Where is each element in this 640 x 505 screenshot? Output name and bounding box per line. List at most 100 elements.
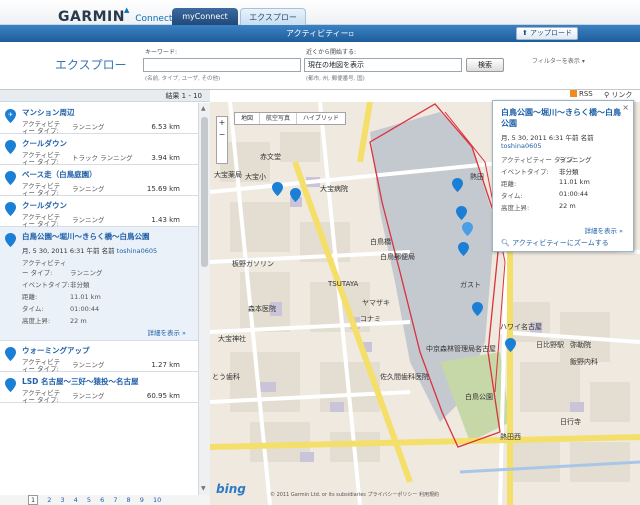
activity-pin-icon[interactable]	[456, 206, 467, 220]
running-pin-icon	[5, 202, 16, 216]
event-value: 非分類	[70, 281, 90, 289]
item-title[interactable]: LSD 名古屋～三好～猿投～名古屋	[22, 376, 192, 387]
tab-myconnect[interactable]: myConnect	[172, 8, 238, 25]
activity-pin-icon[interactable]	[272, 182, 283, 196]
map-type-road[interactable]: 地図	[235, 113, 261, 124]
item-title[interactable]: マンション周辺	[22, 107, 192, 118]
page-link[interactable]: 6	[100, 496, 104, 504]
time-key: タイム:	[22, 305, 44, 313]
item-user-link[interactable]: toshina0605	[117, 247, 157, 255]
map-label: TSUTAYA	[328, 280, 359, 288]
near-label: 近くから開始する:	[306, 49, 357, 56]
list-item[interactable]: ベース走（白鳥庭園） アクティビティー タイプ: ランニング 15.69 km	[0, 165, 198, 197]
close-icon[interactable]: ×	[622, 103, 629, 112]
rss-link[interactable]: RSS	[570, 90, 593, 98]
item-title[interactable]: 白鳥公園～堀川～きらく橋～白鳥公園	[22, 231, 192, 242]
item-distance: 60.95 km	[146, 392, 180, 400]
activity-info-bubble: × 白鳥公園～堀川～きらく橋～白鳥公園 月, 5 30, 2011 6:31 午…	[492, 100, 634, 252]
tab-explore[interactable]: エクスプロー	[240, 8, 306, 25]
bubble-details-link[interactable]: 詳細を表示 »	[584, 225, 623, 235]
item-title[interactable]: ウォーミングアップ	[22, 345, 192, 356]
bubble-distance-key: 距離:	[501, 180, 517, 188]
scroll-up-icon[interactable]: ▲	[201, 105, 206, 112]
item-type: ランニング	[72, 392, 105, 400]
pagination: 1 2 3 4 5 6 7 8 9 10	[0, 495, 210, 505]
item-distance: 1.27 km	[151, 361, 180, 369]
map-label: 森本医院	[248, 305, 276, 313]
activity-pin-selected-icon[interactable]	[462, 222, 473, 236]
link-label: リンク	[611, 91, 633, 99]
item-title[interactable]: ベース走（白鳥庭園）	[22, 169, 192, 180]
near-hint: (都市, 州, 郵便番号, 国)	[306, 76, 365, 82]
item-type-key: アクティビティー タイプ:	[22, 358, 61, 373]
map-label: 熱田西	[500, 433, 521, 441]
scroll-thumb[interactable]	[201, 117, 208, 267]
activity-pin-icon[interactable]	[505, 338, 516, 352]
page-link[interactable]: 10	[153, 496, 161, 504]
zoom-to-activity-link[interactable]: 🔍︎ アクティビティーにズームする	[501, 238, 609, 248]
page-link[interactable]: 4	[74, 496, 78, 504]
list-item-selected[interactable]: 白鳥公園～堀川～きらく橋～白鳥公園 月, 5 30, 2011 6:31 午前 …	[0, 227, 198, 341]
results-header: 結果 1 - 10	[0, 90, 210, 102]
item-type: ランニング	[72, 123, 105, 131]
item-type-key: アクティビティー タイプ:	[22, 151, 61, 166]
list-item[interactable]: ✈ マンション周辺 アクティビティー タイプ: ランニング 6.53 km	[0, 103, 198, 135]
search-button[interactable]: 検索	[466, 58, 504, 72]
show-filter-label: フィルターを表示	[532, 58, 580, 65]
list-item[interactable]: LSD 名古屋～三好～猿投～名古屋 アクティビティー タイプ: ランニング 60.9…	[0, 372, 198, 404]
map-label: 佐久間歯科医院	[380, 373, 429, 381]
zoom-control[interactable]: + −	[216, 116, 228, 164]
chevron-down-icon: ▾	[581, 58, 585, 65]
bubble-gain-key: 高度上昇:	[501, 204, 530, 212]
bubble-user-link[interactable]: toshina0605	[501, 142, 625, 150]
upload-button[interactable]: ⬆ アップロード	[516, 27, 578, 40]
zoom-in-icon[interactable]: +	[217, 117, 227, 129]
activity-pin-icon[interactable]	[452, 178, 463, 192]
map-label: 板野ガソリン	[232, 260, 274, 268]
running-pin-icon	[5, 347, 16, 361]
near-input[interactable]: 現在の地図を表示	[304, 58, 462, 72]
link-link[interactable]: ⚲ リンク	[604, 90, 632, 100]
item-type: ランニング	[72, 361, 105, 369]
page-link[interactable]: 2	[47, 496, 51, 504]
map-label: 飯野内科	[570, 358, 598, 366]
activity-pin-icon[interactable]	[290, 188, 301, 202]
item-title[interactable]: クールダウン	[22, 138, 192, 149]
garmin-connect-logo[interactable]: GARMIN▲ Connect	[58, 6, 172, 25]
map-type-aerial[interactable]: 航空写真	[260, 113, 298, 124]
running-pin-icon	[5, 378, 16, 392]
map-label: 白鳥郵便局	[380, 253, 415, 261]
list-item[interactable]: クールダウン アクティビティー タイプ: トラック ランニング 3.94 km	[0, 134, 198, 166]
show-filter-link[interactable]: フィルターを表示 ▾	[532, 56, 585, 65]
map-type-hybrid[interactable]: ハイブリッド	[297, 113, 345, 124]
logo-connect-text: Connect	[135, 14, 173, 24]
activity-pin-icon[interactable]	[472, 302, 483, 316]
scroll-down-icon[interactable]: ▼	[201, 485, 206, 492]
map-label: 大宝薬局	[214, 171, 242, 179]
map-label: 中京森林管理局名古屋	[426, 345, 496, 353]
top-bar: GARMIN▲ Connect myConnect エクスプロー	[0, 0, 640, 25]
list-item[interactable]: ウォーミングアップ アクティビティー タイプ: ランニング 1.27 km	[0, 341, 198, 373]
map-label: 大宝神社	[218, 335, 246, 343]
page-link[interactable]: 5	[87, 496, 91, 504]
map-label: 赤文堂	[260, 153, 281, 161]
page-link[interactable]: 9	[140, 496, 144, 504]
activity-pin-icon[interactable]	[458, 242, 469, 256]
bubble-distance: 11.01 km	[559, 178, 590, 186]
rss-icon	[570, 90, 577, 97]
map-label: 弥勒院	[570, 341, 591, 349]
item-type: ランニング	[72, 185, 105, 193]
bubble-time-key: タイム:	[501, 192, 523, 200]
item-title[interactable]: クールダウン	[22, 200, 192, 211]
list-scrollbar[interactable]: ▲ ▼	[198, 103, 210, 495]
logo-triangle-icon: ▲	[123, 6, 130, 14]
zoom-out-icon[interactable]: −	[217, 129, 227, 141]
list-item[interactable]: クールダウン アクティビティー タイプ: ランニング 1.43 km	[0, 196, 198, 228]
page-link[interactable]: 3	[60, 496, 64, 504]
show-details-link[interactable]: 詳細を表示 »	[22, 327, 192, 337]
time-value: 01:00:44	[70, 305, 100, 313]
bubble-title[interactable]: 白鳥公園～堀川～きらく橋～白鳥公園	[501, 107, 625, 129]
page-link[interactable]: 8	[127, 496, 131, 504]
keyword-input[interactable]	[143, 58, 301, 72]
page-link[interactable]: 7	[113, 496, 117, 504]
